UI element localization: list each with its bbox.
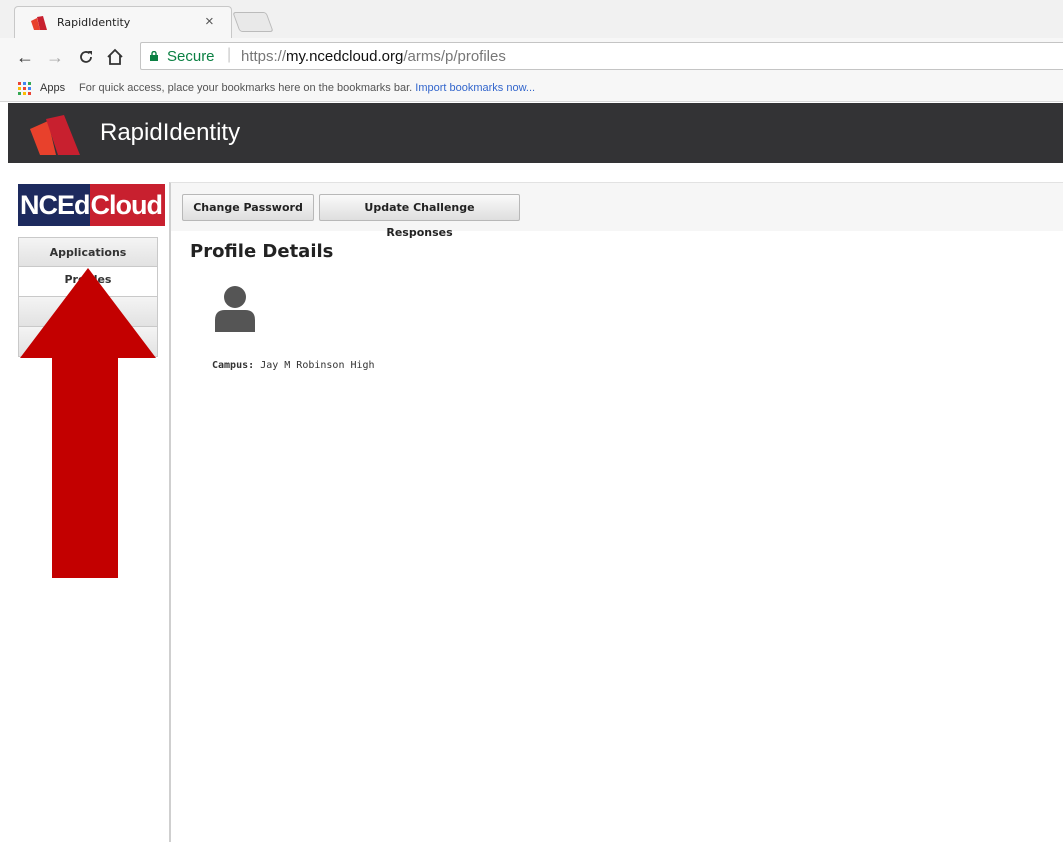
bookmarks-hint: For quick access, place your bookmarks h… xyxy=(79,82,535,94)
ncedcloud-logo: NCEd Cloud xyxy=(18,184,165,226)
rapididentity-logo-icon xyxy=(30,115,80,155)
action-bar: Change Password Update Challenge Respons… xyxy=(171,183,1063,239)
page-title: Profile Details xyxy=(190,241,334,262)
apps-label[interactable]: Apps xyxy=(40,82,65,94)
update-challenge-responses-button[interactable]: Update Challenge Responses xyxy=(319,194,520,239)
forward-arrow-icon[interactable]: → xyxy=(46,47,64,67)
bookmarks-hint-text: For quick access, place your bookmarks h… xyxy=(79,82,413,94)
campus-label: Campus: xyxy=(212,360,255,371)
url-path: /arms/p/profiles xyxy=(403,48,506,65)
campus-value: Jay M Robinson High xyxy=(260,360,375,371)
app-header: RapidIdentity xyxy=(8,103,1063,163)
url-scheme: https:// xyxy=(241,48,287,65)
rapididentity-favicon-icon xyxy=(31,16,47,30)
import-bookmarks-link[interactable]: Import bookmarks now... xyxy=(415,82,535,94)
campus-info: Campus: Jay M Robinson High xyxy=(212,360,375,371)
reload-icon[interactable] xyxy=(78,49,94,65)
lock-icon xyxy=(150,51,158,61)
user-avatar-icon xyxy=(215,286,255,332)
logo-text-right: Cloud xyxy=(89,184,165,226)
secure-label: Secure xyxy=(167,48,215,65)
url-host: my.ncedcloud.org xyxy=(286,48,404,65)
tab-strip: RapidIdentity × xyxy=(0,0,1063,38)
new-tab-button[interactable] xyxy=(232,12,274,32)
back-arrow-icon[interactable]: ← xyxy=(16,47,34,67)
bookmarks-bar: Apps For quick access, place your bookma… xyxy=(0,76,1063,102)
change-password-button[interactable]: Change Password xyxy=(182,194,314,221)
red-arrow-annotation xyxy=(20,268,156,578)
sidebar-item-applications[interactable]: Applications xyxy=(18,237,158,267)
home-icon[interactable] xyxy=(106,48,124,66)
browser-toolbar: ← → Secure | https://my.ncedcloud.org/ar… xyxy=(0,38,1063,76)
browser-tab[interactable]: RapidIdentity × xyxy=(14,6,232,38)
address-bar[interactable]: Secure | https://my.ncedcloud.org/arms/p… xyxy=(140,42,1063,70)
apps-grid-icon[interactable] xyxy=(18,82,32,96)
url-separator: | xyxy=(227,46,232,63)
app-title: RapidIdentity xyxy=(100,119,241,146)
url-text: https://my.ncedcloud.org/arms/p/profiles xyxy=(241,48,506,65)
tab-close-icon[interactable]: × xyxy=(205,13,214,30)
logo-text-left: NCEd xyxy=(18,184,90,226)
tab-title: RapidIdentity xyxy=(57,16,131,29)
main-content: Change Password Update Challenge Respons… xyxy=(169,182,1063,842)
